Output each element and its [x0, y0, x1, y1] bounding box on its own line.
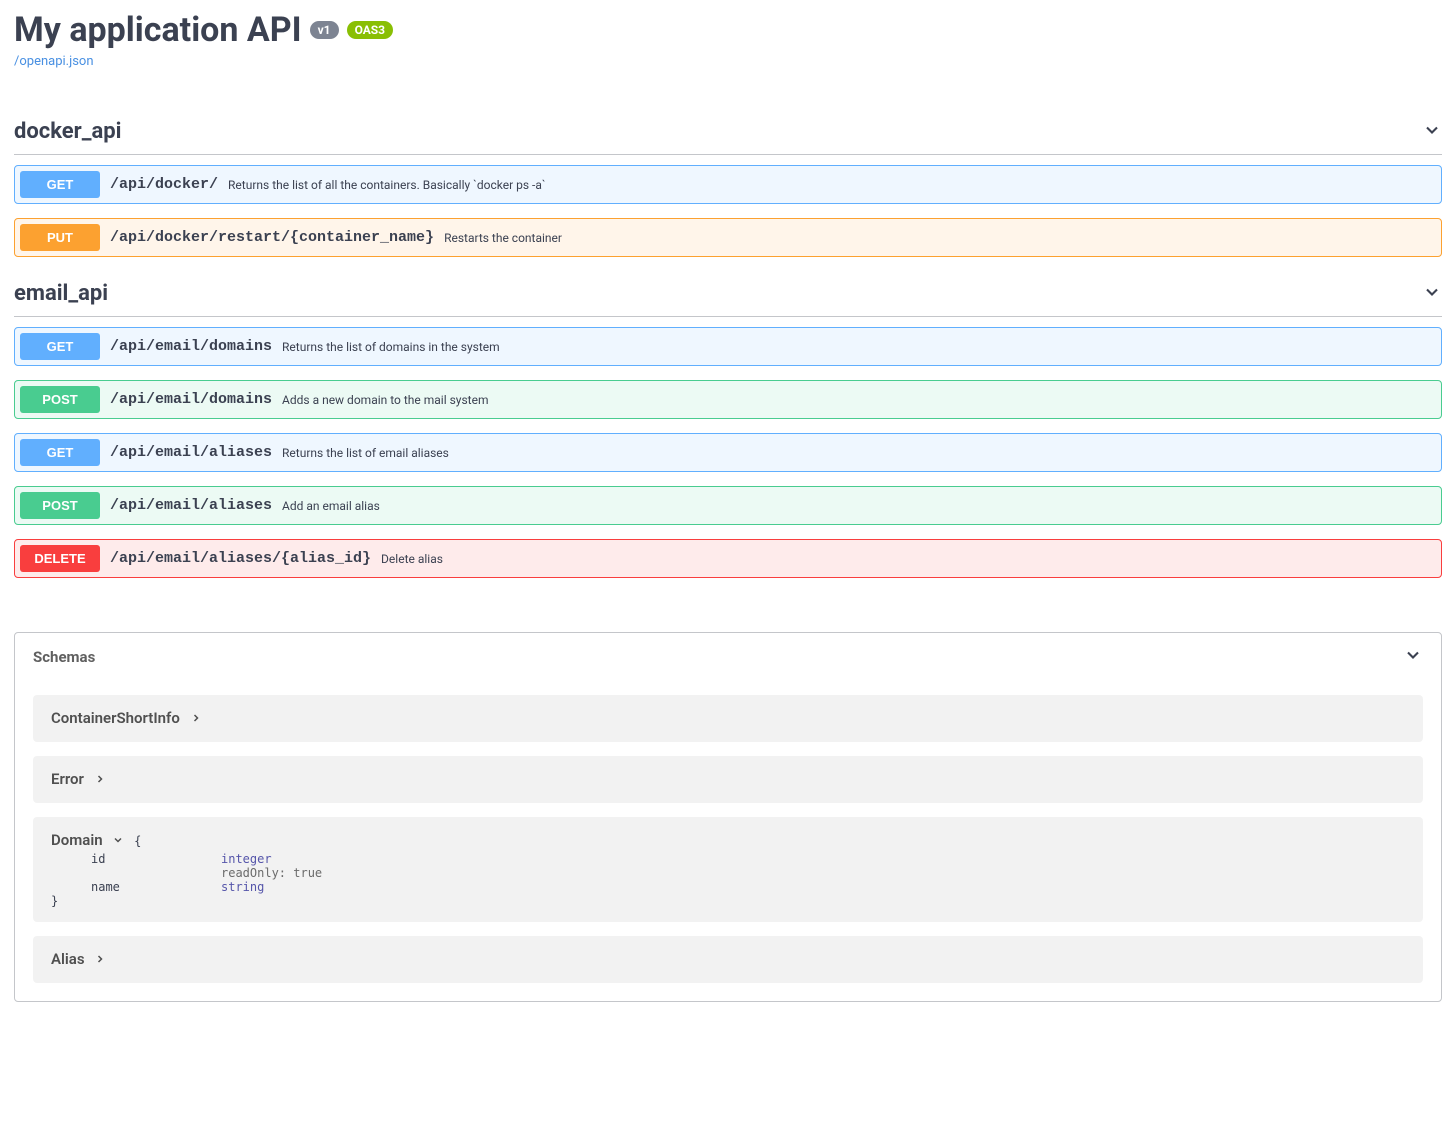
schema-prop-meta-row: readOnly: true: [51, 866, 1405, 880]
chevron-down-icon: [1422, 282, 1442, 306]
op-summary: Returns the list of domains in the syste…: [282, 340, 500, 354]
chevron-down-icon: [1403, 645, 1423, 669]
chevron-down-icon: [1422, 120, 1442, 144]
op-path: /api/docker/restart/{container_name}: [110, 229, 434, 246]
method-badge: PUT: [20, 224, 100, 251]
tag-name: docker_api: [14, 119, 122, 144]
method-badge: DELETE: [20, 545, 100, 572]
ops-docker-api: GET /api/docker/ Returns the list of all…: [14, 165, 1442, 257]
op-summary: Adds a new domain to the mail system: [282, 393, 488, 407]
schemas-header[interactable]: Schemas: [15, 633, 1441, 681]
schema-name: Domain: [51, 831, 103, 849]
prop-type: string: [221, 880, 264, 894]
op-summary: Delete alias: [381, 552, 443, 566]
schema-name: ContainerShortInfo: [51, 709, 180, 727]
op-summary: Add an email alias: [282, 499, 380, 513]
op-path: /api/email/domains: [110, 391, 272, 408]
close-brace: }: [51, 894, 1405, 908]
op-get-docker[interactable]: GET /api/docker/ Returns the list of all…: [14, 165, 1442, 204]
chevron-right-icon: [94, 951, 106, 969]
prop-name: id: [91, 852, 221, 866]
chevron-right-icon: [94, 771, 106, 789]
schema-error[interactable]: Error: [33, 756, 1423, 803]
prop-type: integer: [221, 852, 272, 866]
tag-docker-api[interactable]: docker_api: [14, 109, 1442, 155]
op-summary: Restarts the container: [444, 231, 562, 245]
schema-name: Error: [51, 770, 84, 788]
method-badge: POST: [20, 492, 100, 519]
schema-prop-row: id integer: [51, 852, 1405, 866]
schema-domain-body: id integer readOnly: true name: [51, 852, 1405, 908]
op-path: /api/docker/: [110, 176, 218, 193]
op-post-email-domains[interactable]: POST /api/email/domains Adds a new domai…: [14, 380, 1442, 419]
op-path: /api/email/aliases: [110, 444, 272, 461]
op-path: /api/email/aliases/{alias_id}: [110, 550, 371, 567]
method-badge: GET: [20, 439, 100, 466]
prop-meta: readOnly: true: [221, 866, 322, 880]
op-summary: Returns the list of email aliases: [282, 446, 449, 460]
version-badge: v1: [310, 21, 339, 39]
schema-prop-row: name string: [51, 880, 1405, 894]
schema-containershortinfo[interactable]: ContainerShortInfo: [33, 695, 1423, 742]
open-brace: {: [134, 834, 141, 848]
page-header: My application API v1 OAS3: [14, 10, 1442, 50]
chevron-right-icon: [190, 710, 202, 728]
op-path: /api/email/aliases: [110, 497, 272, 514]
chevron-down-icon: [112, 832, 124, 850]
method-badge: POST: [20, 386, 100, 413]
op-path: /api/email/domains: [110, 338, 272, 355]
method-badge: GET: [20, 171, 100, 198]
spec-link[interactable]: /openapi.json: [14, 54, 94, 69]
schemas-body: ContainerShortInfo Error Domain { id: [15, 695, 1441, 1001]
prop-name: name: [91, 880, 221, 894]
op-summary: Returns the list of all the containers. …: [228, 178, 546, 192]
schema-alias[interactable]: Alias: [33, 936, 1423, 983]
page-title: My application API: [14, 10, 302, 50]
op-get-email-domains[interactable]: GET /api/email/domains Returns the list …: [14, 327, 1442, 366]
method-badge: GET: [20, 333, 100, 360]
oas-badge: OAS3: [347, 21, 394, 39]
tag-email-api[interactable]: email_api: [14, 271, 1442, 317]
tag-name: email_api: [14, 281, 108, 306]
op-delete-email-alias[interactable]: DELETE /api/email/aliases/{alias_id} Del…: [14, 539, 1442, 578]
op-get-email-aliases[interactable]: GET /api/email/aliases Returns the list …: [14, 433, 1442, 472]
op-put-docker-restart[interactable]: PUT /api/docker/restart/{container_name}…: [14, 218, 1442, 257]
op-post-email-aliases[interactable]: POST /api/email/aliases Add an email ali…: [14, 486, 1442, 525]
schemas-section: Schemas ContainerShortInfo Error Domain …: [14, 632, 1442, 1002]
ops-email-api: GET /api/email/domains Returns the list …: [14, 327, 1442, 578]
schema-name: Alias: [51, 950, 85, 968]
schema-domain[interactable]: Domain { id integer readOnly: true: [33, 817, 1423, 922]
schemas-title: Schemas: [33, 648, 95, 666]
